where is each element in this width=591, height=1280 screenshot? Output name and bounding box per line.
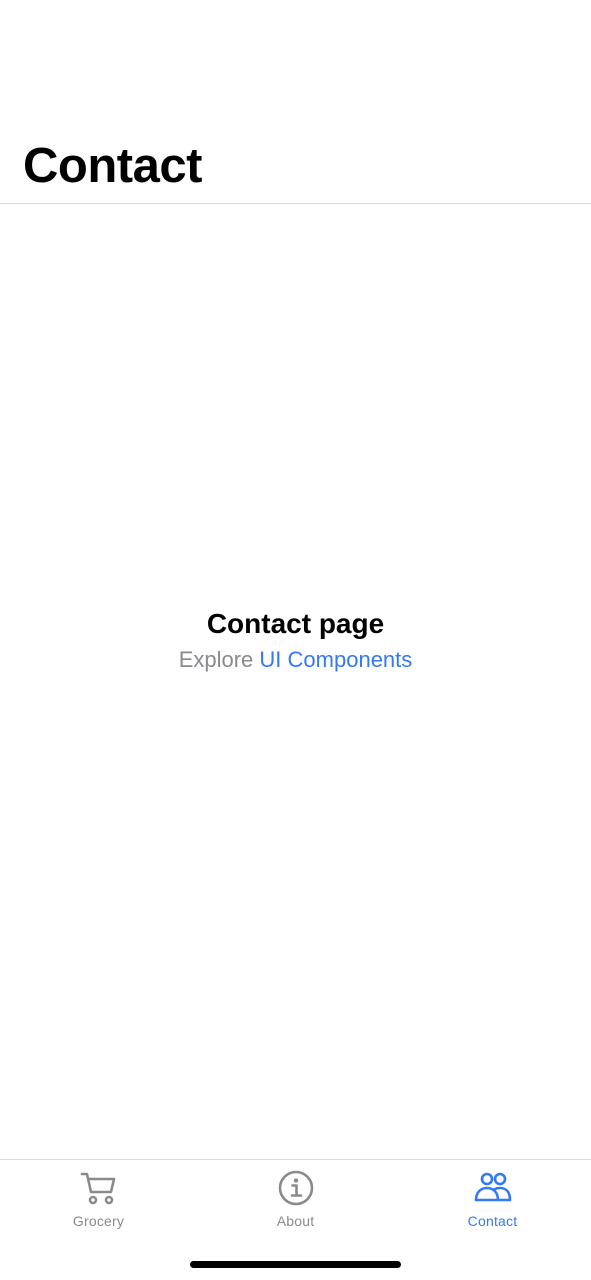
subtitle-prefix: Explore	[178, 647, 254, 672]
page-content: Contact page Explore UI Components	[0, 604, 591, 676]
content-title: Contact page	[206, 608, 385, 639]
tab-label-grocery: Grocery	[72, 1213, 125, 1229]
tab-contact[interactable]: Contact	[394, 1168, 591, 1234]
page-title: Contact	[23, 139, 202, 193]
tab-grocery[interactable]: Grocery	[0, 1168, 197, 1234]
people-icon	[474, 1172, 511, 1202]
content-subtitle: Explore UI Components	[0, 644, 591, 676]
tab-label-contact: Contact	[467, 1213, 518, 1229]
cart-icon	[80, 1172, 115, 1205]
home-indicator	[190, 1261, 401, 1268]
ui-components-link[interactable]: UI Components	[259, 647, 412, 672]
info-icon	[278, 1170, 313, 1206]
navigation-header: Contact	[0, 0, 591, 204]
tab-label-about: About	[276, 1213, 315, 1229]
tab-about[interactable]: About	[197, 1168, 394, 1234]
